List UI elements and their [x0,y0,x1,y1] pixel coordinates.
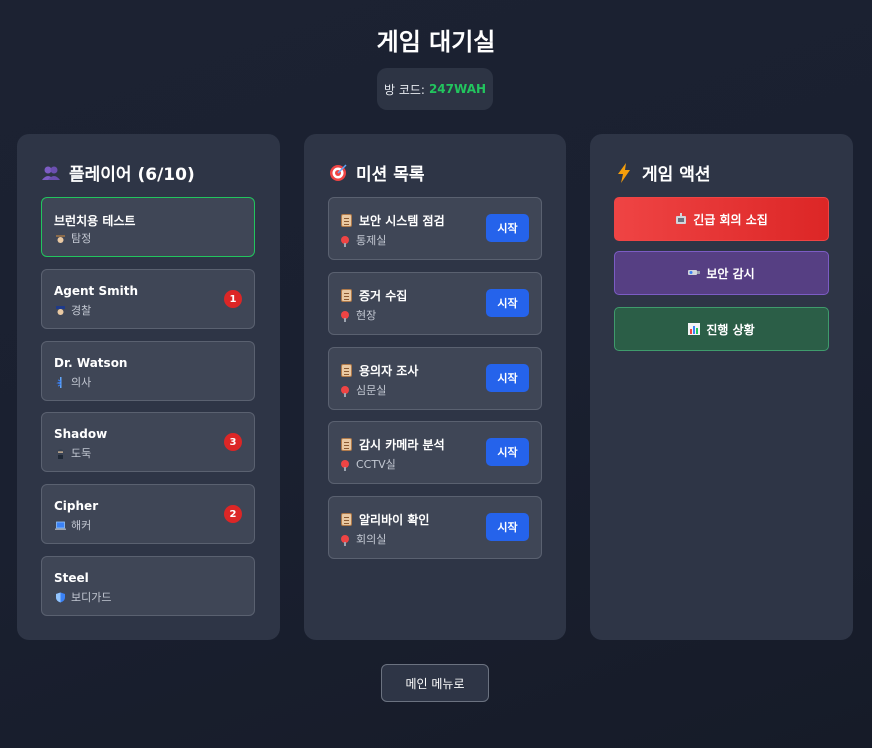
mission-card: 보안 시스템 점검 통제실 시작 [328,197,542,260]
player-card[interactable]: Dr. Watson 의사 [41,341,255,401]
pin-icon [341,460,349,471]
player-card[interactable]: Cipher 해커 2 [41,484,255,544]
missions-header: 미션 목록 [328,160,424,185]
room-code-box: 방 코드: 247WAH [377,68,493,110]
player-card[interactable]: Steel 보디가드 [41,556,255,616]
room-code-value: 247WAH [428,82,487,96]
player-role: 탐정 [71,232,92,245]
siren-icon [675,213,687,225]
actions-header-label: 게임 액션 [642,165,711,185]
clipboard-icon [341,438,352,451]
player-role: 해커 [71,519,92,532]
vote-count-badge: 3 [224,433,242,451]
bar-chart-icon [688,323,701,335]
players-header: 플레이어 (6/10) [41,160,195,185]
vote-count-badge: 1 [224,290,242,308]
player-role: 경찰 [71,304,92,317]
mission-card: 알리바이 확인 회의실 시작 [328,496,542,559]
player-role: 보디가드 [71,591,112,604]
vote-count-badge: 2 [224,505,242,523]
clipboard-icon [341,289,352,302]
progress-button[interactable]: 진행 상황 [614,307,829,351]
security-watch-button[interactable]: 보안 감시 [614,251,829,295]
security-watch-label: 보안 감시 [706,266,755,281]
ninja-icon [54,447,66,459]
clipboard-icon [341,214,352,227]
player-card[interactable]: 브런치용 테스트 탐정 [41,197,255,257]
mission-title: 감시 카메라 분석 [359,438,445,452]
player-name: Cipher [54,499,99,513]
police-icon [54,304,66,316]
clipboard-icon [341,513,352,526]
player-name: Shadow [54,427,108,441]
mission-location: 회의실 [356,533,387,546]
emergency-meeting-label: 긴급 회의 소집 [693,212,768,227]
missions-panel: 미션 목록 보안 시스템 점검 통제실 시작 증거 수집 현장 시작 용의자 조… [304,134,566,640]
mission-card: 감시 카메라 분석 CCTV실 시작 [328,421,542,484]
target-icon [328,163,348,183]
mission-location: 심문실 [356,384,387,397]
start-mission-button[interactable]: 시작 [486,438,529,466]
mission-card: 증거 수집 현장 시작 [328,272,542,335]
player-role: 의사 [71,376,92,389]
detective-icon [54,232,66,244]
pin-icon [341,386,349,397]
player-name: Steel [54,571,89,585]
player-role: 도둑 [71,447,92,460]
mission-card: 용의자 조사 심문실 시작 [328,347,542,410]
mission-location: 현장 [356,309,377,322]
missions-header-label: 미션 목록 [356,165,425,185]
main-menu-button[interactable]: 메인 메뉴로 [381,664,489,702]
people-icon [41,163,61,183]
mission-title: 용의자 조사 [359,364,419,378]
start-mission-button[interactable]: 시작 [486,513,529,541]
pin-icon [341,311,349,322]
lightning-icon [614,162,634,183]
progress-label: 진행 상황 [706,322,755,337]
pin-icon [341,535,349,546]
players-header-label: 플레이어 (6/10) [69,165,195,185]
player-name: Agent Smith [54,284,139,298]
clipboard-icon [341,364,352,377]
player-card[interactable]: Agent Smith 경찰 1 [41,269,255,329]
player-card[interactable]: Shadow 도둑 3 [41,412,255,472]
mission-title: 알리바이 확인 [359,513,430,527]
mission-location: 통제실 [356,234,387,247]
emergency-meeting-button[interactable]: 긴급 회의 소집 [614,197,829,241]
actions-panel: 게임 액션 긴급 회의 소집 보안 감시 진행 상황 [590,134,853,640]
start-mission-button[interactable]: 시작 [486,289,529,317]
players-panel: 플레이어 (6/10) 브런치용 테스트 탐정 Agent Smith 경찰 1… [17,134,280,640]
start-mission-button[interactable]: 시작 [486,214,529,242]
page-title: 게임 대기실 [376,28,496,56]
mission-title: 보안 시스템 점검 [359,214,445,228]
caduceus-icon [54,376,66,388]
actions-header: 게임 액션 [614,160,710,185]
mission-location: CCTV실 [356,458,396,471]
pin-icon [341,236,349,247]
mission-title: 증거 수집 [359,289,408,303]
shield-icon [54,591,66,603]
start-mission-button[interactable]: 시작 [486,364,529,392]
camera-icon [688,267,701,279]
player-name: 브런치용 테스트 [54,214,136,228]
room-code-label: 방 코드: [383,82,425,97]
laptop-icon [54,519,66,531]
player-name: Dr. Watson [54,356,128,370]
